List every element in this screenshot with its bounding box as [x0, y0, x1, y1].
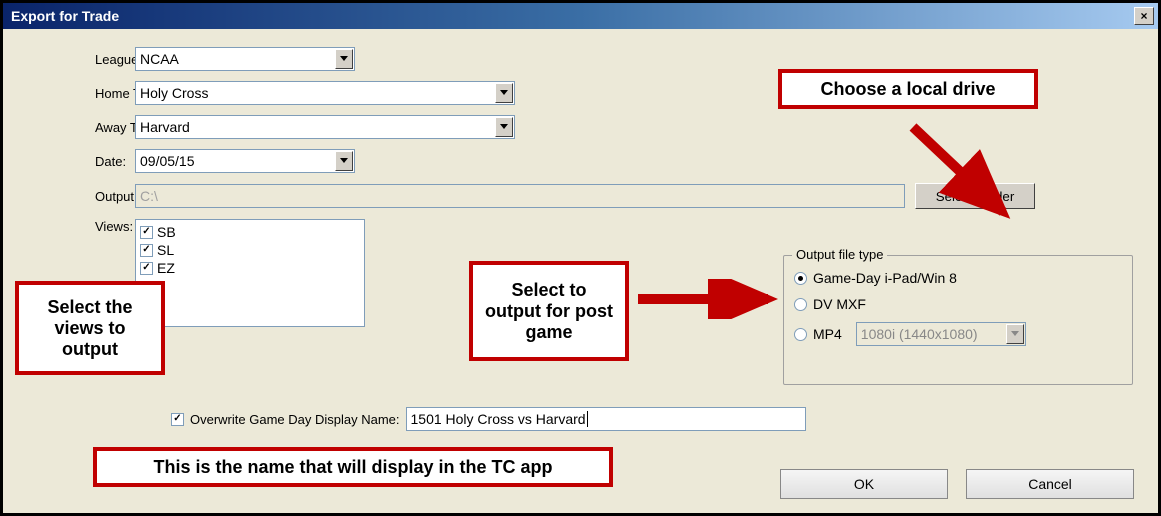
- titlebar: Export for Trade ×: [3, 3, 1158, 29]
- view-item-label: SB: [157, 224, 176, 240]
- annotation-select-output: Select to output for post game: [469, 261, 629, 361]
- cancel-button[interactable]: Cancel: [966, 469, 1134, 499]
- close-icon: ×: [1140, 9, 1147, 23]
- annotation-display-name: This is the name that will display in th…: [93, 447, 613, 487]
- radio-gameday-label: Game-Day i-Pad/Win 8: [813, 270, 957, 286]
- date-select[interactable]: 09/05/15: [135, 149, 355, 173]
- radio-gameday[interactable]: Game-Day i-Pad/Win 8: [794, 270, 1122, 286]
- output-file-type-legend: Output file type: [792, 247, 887, 262]
- display-name-input[interactable]: 1501 Holy Cross vs Harvard: [406, 407, 806, 431]
- checkbox-icon[interactable]: [140, 262, 153, 275]
- checkbox-icon[interactable]: [140, 226, 153, 239]
- display-name-value: 1501 Holy Cross vs Harvard: [411, 411, 586, 427]
- away-team-value: Harvard: [140, 119, 190, 135]
- date-label: Date:: [25, 154, 135, 169]
- view-checkbox-item[interactable]: EZ: [140, 260, 360, 276]
- home-team-label: Home Team:: [25, 86, 135, 101]
- chevron-down-icon: [1011, 331, 1019, 337]
- radio-mp4-label: MP4: [813, 326, 842, 342]
- home-team-select[interactable]: Holy Cross: [135, 81, 515, 105]
- view-checkbox-item[interactable]: SL: [140, 242, 360, 258]
- radio-icon[interactable]: [794, 328, 807, 341]
- overwrite-checkbox[interactable]: [171, 413, 184, 426]
- dropdown-button[interactable]: [495, 117, 513, 137]
- dropdown-button[interactable]: [335, 49, 353, 69]
- window-title: Export for Trade: [11, 8, 1134, 24]
- chevron-down-icon: [340, 56, 348, 62]
- mp4-resolution-select: 1080i (1440x1080): [856, 322, 1026, 346]
- dropdown-button: [1006, 324, 1024, 344]
- close-button[interactable]: ×: [1134, 7, 1154, 25]
- output-folder-label: Output Folder:: [25, 189, 135, 204]
- radio-dvmxf-label: DV MXF: [813, 296, 866, 312]
- radio-icon[interactable]: [794, 298, 807, 311]
- output-folder-value: C:\: [140, 188, 158, 204]
- radio-mp4[interactable]: MP4 1080i (1440x1080): [794, 322, 1122, 346]
- ok-button[interactable]: OK: [780, 469, 948, 499]
- away-team-label: Away Team:: [25, 120, 135, 135]
- mp4-resolution-value: 1080i (1440x1080): [861, 326, 978, 342]
- date-value: 09/05/15: [140, 153, 195, 169]
- radio-icon[interactable]: [794, 272, 807, 285]
- chevron-down-icon: [500, 90, 508, 96]
- dropdown-button[interactable]: [495, 83, 513, 103]
- views-listbox[interactable]: SB SL EZ: [135, 219, 365, 327]
- league-value: NCAA: [140, 51, 179, 67]
- league-label: League:: [25, 52, 135, 67]
- view-checkbox-item[interactable]: SB: [140, 224, 360, 240]
- overwrite-label: Overwrite Game Day Display Name:: [190, 412, 400, 427]
- arrow-icon: [633, 279, 783, 319]
- annotation-select-views: Select the views to output: [15, 281, 165, 375]
- annotation-choose-drive: Choose a local drive: [778, 69, 1038, 109]
- home-team-value: Holy Cross: [140, 85, 208, 101]
- league-select[interactable]: NCAA: [135, 47, 355, 71]
- output-folder-input: C:\: [135, 184, 905, 208]
- view-item-label: EZ: [157, 260, 175, 276]
- view-item-label: SL: [157, 242, 174, 258]
- chevron-down-icon: [340, 158, 348, 164]
- chevron-down-icon: [500, 124, 508, 130]
- dropdown-button[interactable]: [335, 151, 353, 171]
- output-file-type-group: Output file type Game-Day i-Pad/Win 8 DV…: [783, 255, 1133, 385]
- text-cursor: [587, 411, 588, 427]
- away-team-select[interactable]: Harvard: [135, 115, 515, 139]
- views-label: Views:: [25, 219, 135, 234]
- arrow-icon: [903, 117, 1023, 237]
- radio-dvmxf[interactable]: DV MXF: [794, 296, 1122, 312]
- checkbox-icon[interactable]: [140, 244, 153, 257]
